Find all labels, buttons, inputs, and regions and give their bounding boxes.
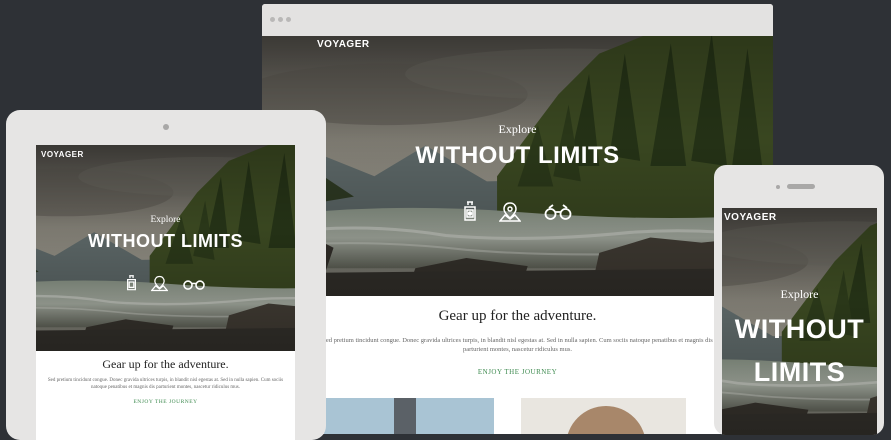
section-paragraph: Sed pretium tincidunt congue. Donec grav…	[47, 378, 284, 391]
binoculars-icon	[182, 277, 206, 290]
phone-screen: VOYAGER Explore WITHOUT LIMITS	[722, 208, 877, 435]
site-logo[interactable]: VOYAGER	[317, 39, 370, 50]
phone-mockup: VOYAGER Explore WITHOUT LIMITS	[714, 165, 884, 435]
gear-photo-hiker	[324, 398, 494, 434]
phone-speaker	[787, 184, 815, 189]
gear-photo-dog	[521, 398, 686, 434]
site-logo[interactable]: VOYAGER	[724, 212, 777, 223]
tablet-camera	[163, 124, 169, 130]
hero-kicker: Explore	[498, 122, 537, 136]
hiker-legs-image	[394, 398, 416, 434]
map-pin-icon	[150, 275, 168, 292]
content-section: Gear up for the adventure. Sed pretium t…	[262, 296, 773, 434]
window-dot-icon[interactable]	[278, 17, 283, 22]
enjoy-journey-link[interactable]: ENJOY THE JOURNEY	[36, 399, 295, 405]
tablet-screen: VOYAGER Explore WITHOUT LIMITS Gear up f…	[36, 145, 295, 440]
hero-kicker: Explore	[150, 215, 181, 225]
hero-icon-row	[262, 201, 773, 223]
dog-image	[566, 406, 646, 434]
hero-title: WITHOUT LIMITS	[722, 308, 877, 394]
hero-section: VOYAGER Explore WITHOUT LIMITS	[262, 36, 773, 296]
section-heading: Gear up for the adventure.	[102, 357, 229, 371]
lantern-icon	[126, 275, 137, 292]
hero-title: WITHOUT LIMITS	[415, 142, 620, 169]
window-dot-icon[interactable]	[270, 17, 275, 22]
phone-camera	[776, 185, 780, 189]
section-heading: Gear up for the adventure.	[438, 308, 597, 324]
tablet-hero-section: VOYAGER Explore WITHOUT LIMITS	[36, 145, 295, 351]
lantern-icon	[463, 201, 477, 223]
hero-icon-row	[36, 275, 295, 292]
hero-title: WITHOUT LIMITS	[88, 231, 243, 251]
hero-title-line: LIMITS	[753, 357, 846, 388]
browser-toolbar	[262, 4, 773, 36]
binoculars-icon	[543, 204, 573, 220]
desktop-browser-mockup: VOYAGER Explore WITHOUT LIMITS Gear up f…	[262, 4, 773, 434]
hero-kicker: Explore	[780, 287, 819, 301]
enjoy-journey-link[interactable]: ENJOY THE JOURNEY	[262, 368, 773, 376]
hero-title-line: WITHOUT	[734, 314, 865, 344]
site-logo[interactable]: VOYAGER	[41, 150, 84, 159]
window-dot-icon[interactable]	[286, 17, 291, 22]
section-paragraph: Sed pretium tincidunt congue. Donec grav…	[322, 337, 713, 354]
map-pin-icon	[498, 201, 521, 223]
tablet-mockup: VOYAGER Explore WITHOUT LIMITS Gear up f…	[6, 110, 326, 440]
tablet-content-section: Gear up for the adventure. Sed pretium t…	[36, 351, 295, 440]
